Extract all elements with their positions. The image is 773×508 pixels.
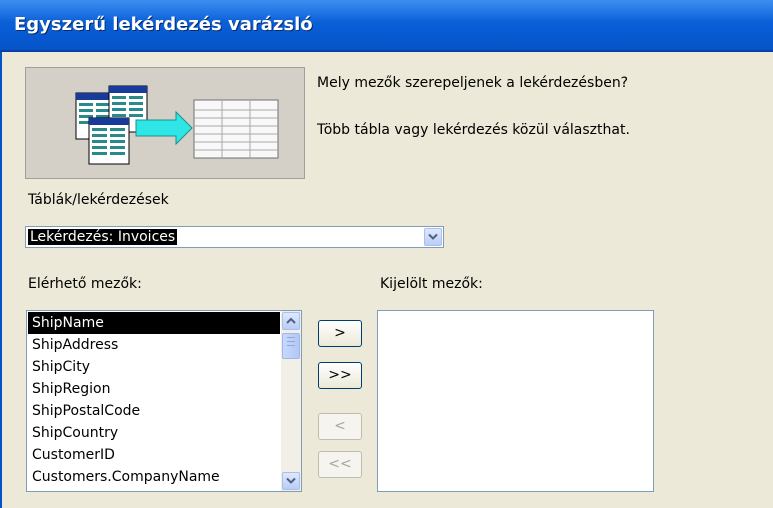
window-frame-edge: [0, 52, 2, 508]
vertical-scrollbar[interactable]: [281, 311, 301, 491]
remove-all-fields-button[interactable]: <<: [318, 451, 362, 478]
add-field-button[interactable]: >: [318, 320, 362, 347]
list-item[interactable]: ShipName: [28, 312, 280, 334]
list-item[interactable]: ShipRegion: [28, 378, 280, 400]
window-title: Egyszerű lekérdezés varázsló: [14, 14, 313, 35]
list-item[interactable]: Customers.CompanyName: [28, 466, 280, 488]
wizard-panel: Mely mezők szerepeljenek a lekérdezésben…: [0, 52, 773, 508]
scroll-down-button[interactable]: [282, 472, 300, 490]
wizard-hint: Több tábla vagy lekérdezés közül választ…: [317, 122, 630, 138]
available-fields-label: Elérhető mezők:: [28, 276, 142, 292]
wizard-question: Mely mezők szerepeljenek a lekérdezésben…: [317, 75, 629, 91]
tables-queries-dropdown[interactable]: Lekérdezés: Invoices: [25, 226, 444, 248]
selected-fields-label: Kijelölt mezők:: [380, 276, 483, 292]
tables-queries-label: Táblák/lekérdezések: [28, 192, 169, 208]
remove-field-button[interactable]: <: [318, 413, 362, 440]
scroll-thumb[interactable]: [282, 333, 300, 359]
dropdown-arrow-button[interactable]: [424, 228, 442, 246]
scroll-up-button[interactable]: [282, 312, 300, 330]
chevron-down-icon: [286, 477, 296, 484]
list-item[interactable]: ShipPostalCode: [28, 400, 280, 422]
list-item[interactable]: ShipCountry: [28, 422, 280, 444]
selected-fields-list[interactable]: [377, 310, 654, 492]
chevron-up-icon: [286, 317, 296, 324]
add-all-fields-button[interactable]: >>: [318, 362, 362, 389]
list-item[interactable]: ShipCity: [28, 356, 280, 378]
title-bar: Egyszerű lekérdezés varázsló: [0, 0, 773, 52]
list-item[interactable]: ShipAddress: [28, 334, 280, 356]
available-fields-list[interactable]: ShipName ShipAddress ShipCity ShipRegion Shi…: [26, 310, 302, 492]
query-wizard-illustration: [25, 67, 305, 179]
chevron-down-icon: [428, 233, 438, 240]
dropdown-selected-value: Lekérdezés: Invoices: [28, 229, 178, 245]
list-item[interactable]: CustomerID: [28, 444, 280, 466]
